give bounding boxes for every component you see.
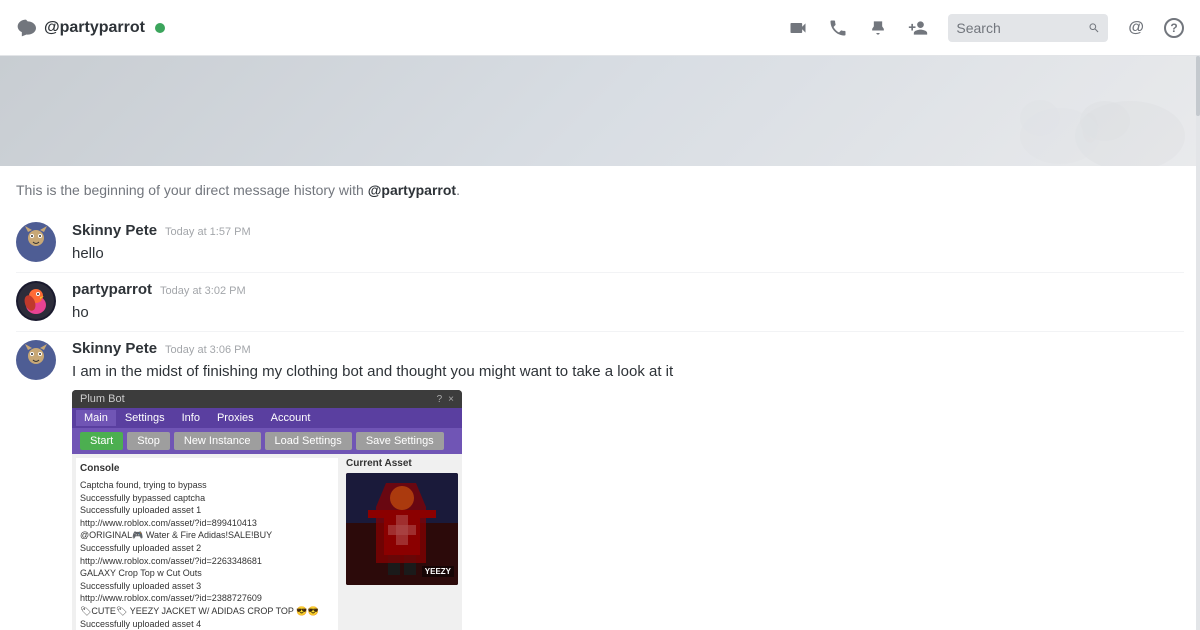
- message-text: hello: [72, 243, 1184, 264]
- new-instance-button: New Instance: [174, 432, 261, 450]
- avatar: [16, 222, 56, 262]
- app-asset-panel: Current Asset: [342, 454, 462, 630]
- message-text: I am in the midst of finishing my clothi…: [72, 361, 1184, 382]
- message-content: Skinny Pete Today at 1:57 PM hello: [72, 222, 1184, 264]
- dm-username: @partyparrot: [44, 19, 145, 37]
- beginning-text-before: This is the beginning of your direct mes…: [16, 182, 368, 198]
- console-line: @ORIGINAL🎮 Water & Fire Adidas!SALE!BUY: [80, 529, 334, 542]
- menu-account: Account: [263, 410, 319, 426]
- message-header: Skinny Pete Today at 1:57 PM: [72, 222, 1184, 239]
- console-line: Successfully uploaded asset 2: [80, 542, 334, 555]
- start-button: Start: [80, 432, 123, 450]
- add-friend-icon[interactable]: [908, 18, 928, 38]
- message-content: partyparrot Today at 3:02 PM ho: [72, 281, 1184, 323]
- console-line: Captcha found, trying to bypass: [80, 479, 334, 492]
- search-icon: [1088, 21, 1100, 35]
- console-line: Successfully bypassed captcha: [80, 492, 334, 505]
- message-timestamp: Today at 3:02 PM: [160, 285, 246, 297]
- message-group: Skinny Pete Today at 1:57 PM hello: [16, 214, 1184, 272]
- load-settings-button: Load Settings: [265, 432, 352, 450]
- stop-button: Stop: [127, 432, 170, 450]
- message-group: partyparrot Today at 3:02 PM ho: [16, 272, 1184, 331]
- message-timestamp: Today at 1:57 PM: [165, 226, 251, 238]
- main-content: This is the beginning of your direct mes…: [0, 56, 1200, 630]
- console-line: Successfully uploaded asset 1: [80, 504, 334, 517]
- help-icon[interactable]: ?: [1164, 18, 1184, 38]
- menu-info: Info: [174, 410, 208, 426]
- menu-main: Main: [76, 410, 116, 426]
- beginning-text-after: .: [456, 182, 460, 198]
- message-content: Skinny Pete Today at 3:06 PM I am in the…: [72, 340, 1184, 630]
- console-line: http://www.roblox.com/asset/?id=23887276…: [80, 592, 334, 605]
- banner-area: [0, 56, 1200, 166]
- video-call-icon[interactable]: [788, 18, 808, 38]
- banner-decoration: [950, 56, 1200, 166]
- app-titlebar: Plum Bot ? ×: [72, 390, 462, 408]
- menu-proxies: Proxies: [209, 410, 262, 426]
- message-author: Skinny Pete: [72, 222, 157, 239]
- message-header: partyparrot Today at 3:02 PM: [72, 281, 1184, 298]
- message-timestamp: Today at 3:06 PM: [165, 344, 251, 356]
- search-input[interactable]: [956, 20, 1082, 36]
- asset-title: Current Asset: [346, 458, 412, 469]
- message-author: partyparrot: [72, 281, 152, 298]
- pin-icon[interactable]: [868, 18, 888, 38]
- skinny-pete-avatar-img2: [18, 342, 54, 378]
- minimize-icon: ?: [437, 394, 443, 405]
- app-toolbar: Start Stop New Instance Load Settings Sa…: [72, 428, 462, 454]
- app-console: Console Captcha found, trying to bypass …: [76, 458, 338, 630]
- search-bar[interactable]: [948, 14, 1108, 42]
- yeezy-label: YEEZY: [422, 566, 454, 577]
- avatar: [16, 340, 56, 380]
- skinny-pete-avatar-img: [18, 224, 54, 260]
- console-line: Successfully uploaded asset 4: [80, 618, 334, 630]
- scrollbar-thumb[interactable]: [1196, 56, 1200, 116]
- header-left: @partyparrot: [16, 18, 788, 38]
- phone-icon[interactable]: [828, 18, 848, 38]
- console-line: Successfully uploaded asset 3: [80, 580, 334, 593]
- messages-container: Skinny Pete Today at 1:57 PM hello: [0, 206, 1200, 630]
- embedded-app-screenshot: Plum Bot ? × Main Settings Info Proxies …: [72, 390, 462, 630]
- app-title: Plum Bot: [80, 393, 125, 405]
- header-actions: @ ?: [788, 14, 1184, 42]
- message-header: Skinny Pete Today at 3:06 PM: [72, 340, 1184, 357]
- header: @partyparrot: [0, 0, 1200, 56]
- asset-image: YEEZY: [346, 473, 458, 585]
- console-line: GALAXY Crop Top w Cut Outs: [80, 567, 334, 580]
- console-line: http://www.roblox.com/asset/?id=89941041…: [80, 517, 334, 530]
- app-menubar: Main Settings Info Proxies Account: [72, 408, 462, 428]
- scrollbar-track: [1196, 56, 1200, 630]
- titlebar-controls: ? ×: [437, 394, 454, 405]
- message-group: Skinny Pete Today at 3:06 PM I am in the…: [16, 331, 1184, 630]
- console-title: Console: [80, 462, 334, 476]
- beginning-notice: This is the beginning of your direct mes…: [0, 166, 1200, 206]
- partyparrot-avatar-img: [18, 283, 54, 319]
- menu-settings: Settings: [117, 410, 173, 426]
- close-icon: ×: [448, 394, 454, 405]
- save-settings-button: Save Settings: [356, 432, 444, 450]
- beginning-username: @partyparrot: [368, 182, 456, 198]
- console-line: 🏷CUTE🏷 YEEZY JACKET W/ ADIDAS CROP TOP 😎…: [80, 605, 334, 618]
- avatar: [16, 281, 56, 321]
- mentions-icon[interactable]: @: [1128, 19, 1144, 37]
- console-line: http://www.roblox.com/asset/?id=22633486…: [80, 555, 334, 568]
- message-text: ho: [72, 302, 1184, 323]
- dm-icon: [16, 18, 36, 38]
- app-body: Console Captcha found, trying to bypass …: [72, 454, 462, 630]
- message-author: Skinny Pete: [72, 340, 157, 357]
- online-status-dot: [155, 23, 165, 33]
